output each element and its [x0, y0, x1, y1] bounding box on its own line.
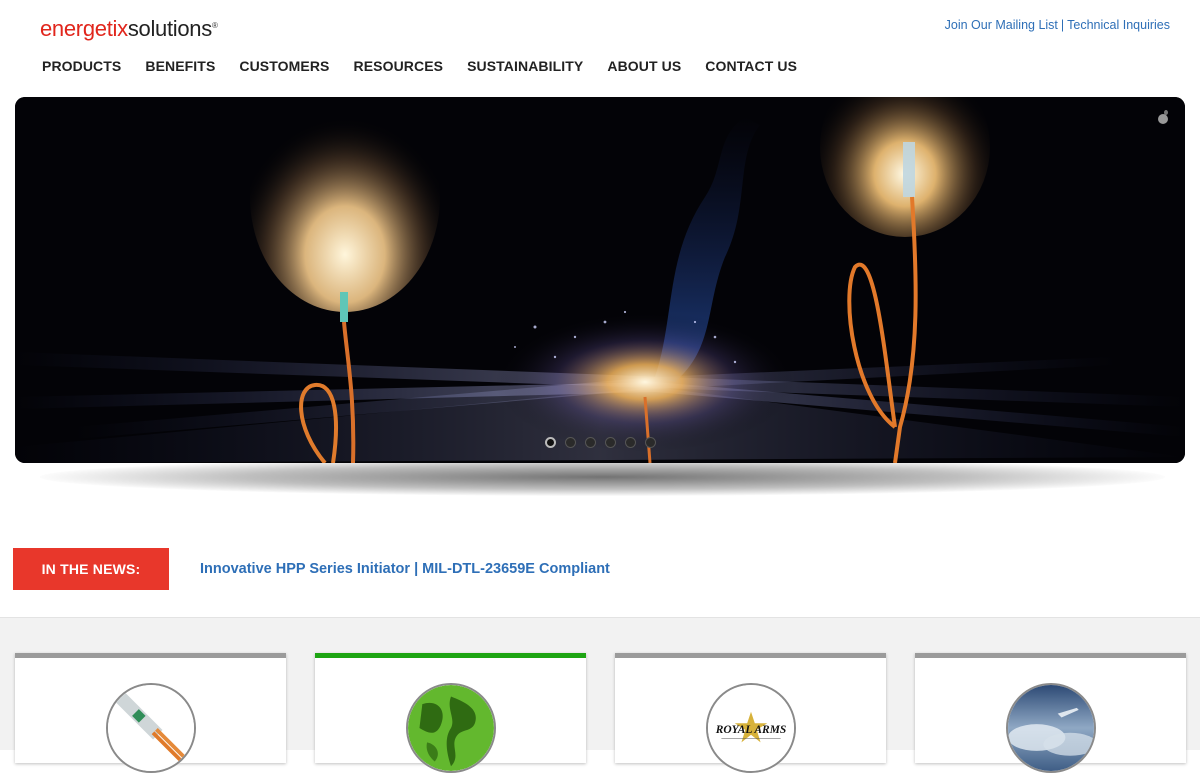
feature-section: ROYAL ARMS [0, 617, 1200, 773]
slide-dot-1[interactable] [544, 437, 556, 448]
utility-links: Join Our Mailing List | Technical Inquirie… [945, 18, 1170, 32]
slider-pagination [15, 437, 1185, 448]
nav-products[interactable]: PRODUCTS [30, 56, 133, 76]
hero-shadow [40, 458, 1165, 496]
technical-inquiries-link[interactable]: Technical Inquiries [1067, 18, 1170, 32]
hero-slider[interactable] [15, 97, 1185, 463]
feature-card-about[interactable] [915, 653, 1186, 773]
slide-dot-5[interactable] [624, 437, 636, 448]
news-headline-link[interactable]: Innovative HPP Series Initiator | MIL-DT… [200, 561, 610, 577]
utility-separator: | [1060, 18, 1065, 32]
nav-resources[interactable]: RESOURCES [342, 56, 456, 76]
logo-registered-mark: ® [211, 21, 218, 30]
pause-icon[interactable] [1158, 110, 1168, 124]
news-label: IN THE NEWS: [13, 548, 169, 590]
feature-card-sustainability[interactable] [315, 653, 586, 773]
nav-sustainability[interactable]: SUSTAINABILITY [455, 56, 595, 76]
globe-icon [406, 683, 496, 773]
mailing-list-link[interactable]: Join Our Mailing List [945, 18, 1058, 32]
nav-customers[interactable]: CUSTOMERS [227, 56, 341, 76]
royal-arms-logo: ROYAL ARMS [706, 683, 796, 773]
logo-solutions: solutions [127, 16, 212, 41]
aircraft-sky-icon [1006, 683, 1096, 773]
nav-contact-us[interactable]: CONTACT US [693, 56, 809, 76]
initiator-product-icon [106, 683, 196, 773]
nav-about-us[interactable]: ABOUT US [595, 56, 693, 76]
slide-dot-6[interactable] [644, 437, 656, 448]
brand-logo[interactable]: energetixsolutions® [40, 16, 218, 42]
slide-dot-3[interactable] [584, 437, 596, 448]
nav-benefits[interactable]: BENEFITS [133, 56, 227, 76]
svg-text:ROYAL ARMS: ROYAL ARMS [715, 724, 787, 736]
slide-dot-2[interactable] [564, 437, 576, 448]
hero-image [15, 97, 1185, 463]
feature-card-products[interactable] [15, 653, 286, 773]
slide-dot-4[interactable] [604, 437, 616, 448]
feature-card-customers[interactable]: ROYAL ARMS [615, 653, 886, 773]
logo-energetix: energetix [40, 16, 128, 41]
site-header: energetixsolutions® Join Our Mailing Lis… [0, 0, 1200, 95]
news-ticker: IN THE NEWS: Innovative HPP Series Initi… [13, 548, 1200, 590]
main-nav: PRODUCTS BENEFITS CUSTOMERS RESOURCES SU… [30, 56, 809, 76]
